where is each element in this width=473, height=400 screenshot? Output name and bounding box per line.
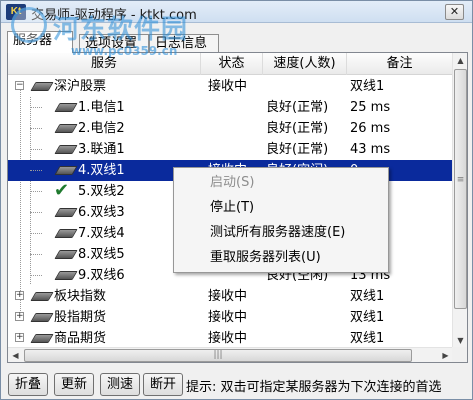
window-title: 交易师-驱动程序 - ktkt.com [31,8,197,23]
column-header-note[interactable]: 备注 [347,53,453,75]
table-row[interactable]: + 股指期货 接收中 双线1 [8,307,453,328]
scroll-left-icon[interactable]: ◀ [8,348,23,362]
table-row[interactable]: + 板块指数 接收中 双线1 [8,286,453,307]
vertical-scrollbar[interactable]: ▲ ≡ ▼ [452,53,467,348]
menu-item-test-speed[interactable]: 测试所有服务器速度(E) [174,222,388,244]
menu-item-refresh-list[interactable]: 重取服务器列表(U) [174,247,388,269]
collapse-icon[interactable]: − [15,81,24,90]
tree-connector [30,254,42,255]
collapse-button[interactable]: 折叠 [8,373,48,396]
service-name: 深沪股票 [54,79,107,94]
tree-connector [30,107,42,108]
horizontal-scrollbar[interactable]: ◀ ||| ▶ [8,347,453,362]
table-row[interactable]: − 深沪股票 接收中 双线1 [8,76,453,97]
table-row[interactable]: 2.电信2 良好(正常) 26 ms [8,118,453,139]
speed-cell: 良好(正常) [266,142,329,157]
scroll-down-icon[interactable]: ▼ [453,333,467,348]
expand-icon[interactable]: + [15,312,24,321]
service-name: 股指期货 [54,310,107,325]
service-name: 3.联通1 [78,142,125,157]
note-cell: 双线1 [350,289,385,304]
tab-log[interactable]: 日志信息 [149,34,219,53]
tree-connector [30,128,42,129]
table-row[interactable]: 1.电信1 良好(正常) 25 ms [8,97,453,118]
server-disk-icon [54,124,78,133]
speed-cell [266,76,348,97]
expand-icon[interactable]: + [15,291,24,300]
column-header-speed[interactable]: 速度(人数) [263,53,347,75]
server-disk-icon [30,82,54,91]
server-disk-icon [54,208,78,217]
title-bar[interactable]: Kt 交易师-驱动程序 - ktkt.com ✕ [1,1,472,23]
vertical-scroll-thumb[interactable]: ≡ [454,69,467,309]
menu-item-stop[interactable]: 停止(T) [174,197,388,219]
tab-servers[interactable]: 服务器 [7,31,73,53]
table-row[interactable]: + 商品期货 接收中 双线1 [8,328,453,349]
tree-connector [30,275,42,276]
server-disk-icon [54,229,78,238]
service-name: 商品期货 [54,331,107,346]
speed-cell [266,286,348,307]
server-disk-icon [30,313,54,322]
server-disk-icon [54,166,78,175]
speed-cell [266,307,348,328]
status-cell [208,118,266,139]
table-row[interactable]: 3.联通1 良好(正常) 43 ms [8,139,453,160]
status-cell [208,139,266,160]
speed-cell [266,328,348,349]
status-cell: 接收中 [208,331,248,346]
service-name: 2.电信2 [78,121,125,136]
tree-connector [30,212,42,213]
status-cell: 接收中 [208,289,248,304]
speed-cell: 良好(正常) [266,121,329,136]
note-cell: 43 ms [350,142,391,157]
scroll-up-icon[interactable]: ▲ [453,53,467,68]
status-cell: 接收中 [208,310,248,325]
server-disk-icon [30,334,54,343]
refresh-button[interactable]: 更新 [54,373,94,396]
hint-text: 提示: 双击可指定某服务器为下次连接的首选 [186,380,442,395]
service-name: 板块指数 [54,289,107,304]
menu-item-start[interactable]: 启动(S) [174,172,388,194]
note-cell: 25 ms [350,100,391,115]
status-cell: 接收中 [208,79,248,94]
speed-cell: 良好(正常) [266,100,329,115]
speed-test-button[interactable]: 测速 [100,373,140,396]
tree-connector [30,149,42,150]
context-menu: 启动(S) 停止(T) 测试所有服务器速度(E) 重取服务器列表(U) [173,167,389,273]
server-disk-icon [54,103,78,112]
service-name: 1.电信1 [78,100,125,115]
check-icon: ✔ [54,180,70,201]
column-header-status[interactable]: 状态 [201,53,263,75]
tree-connector [30,191,42,192]
note-cell: 26 ms [350,121,391,136]
scrollbar-corner [452,347,467,362]
close-button[interactable]: ✕ [445,4,464,20]
note-cell: 双线1 [350,310,385,325]
server-disk-icon [54,271,78,280]
scroll-right-icon[interactable]: ▶ [438,348,453,362]
status-cell [208,97,266,118]
server-disk-icon [30,292,54,301]
list-header: 服务 状态 速度(人数) 备注 [8,53,453,75]
tab-options[interactable]: 选项设置 [79,34,149,53]
horizontal-scroll-thumb[interactable]: ||| [24,349,412,362]
note-cell: 双线1 [350,79,385,94]
expand-icon[interactable]: + [15,333,24,342]
main-window: Kt 交易师-驱动程序 - ktkt.com ✕ 服务器 选项设置 日志信息 服… [0,0,473,400]
server-disk-icon [54,250,78,259]
disconnect-button[interactable]: 断开 [143,373,183,396]
column-header-service[interactable]: 服务 [8,53,201,75]
tree-connector [30,170,42,171]
app-icon: Kt [6,4,26,20]
server-disk-icon [54,145,78,154]
note-cell: 双线1 [350,331,385,346]
tree-connector [30,233,42,234]
